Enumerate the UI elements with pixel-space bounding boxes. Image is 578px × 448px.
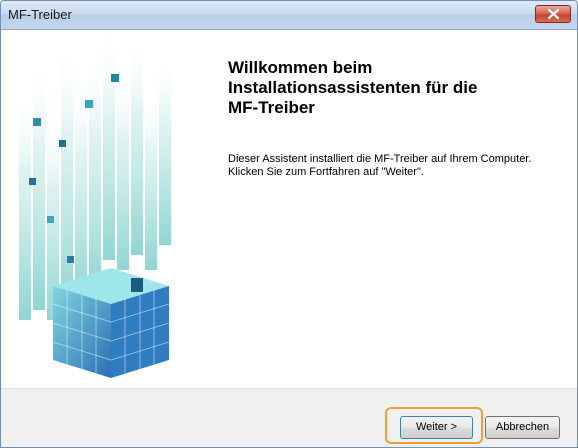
cancel-button[interactable]: Abbrechen bbox=[485, 416, 560, 439]
wizard-content: Willkommen beim Installationsassistenten… bbox=[1, 30, 577, 388]
close-icon bbox=[548, 9, 559, 19]
wizard-heading: Willkommen beim Installationsassistenten… bbox=[228, 58, 478, 117]
side-banner bbox=[1, 30, 197, 388]
cube-graphic bbox=[19, 30, 171, 378]
next-button[interactable]: Weiter > bbox=[400, 416, 473, 439]
button-bar: Weiter > Abbrechen bbox=[1, 388, 577, 447]
close-button[interactable] bbox=[535, 5, 571, 23]
window-title: MF-Treiber bbox=[8, 7, 72, 22]
installer-window: MF-Treiber Willkommen beim Installations… bbox=[0, 0, 578, 448]
wizard-description: Dieser Assistent installiert die MF-Trei… bbox=[228, 153, 532, 178]
title-bar[interactable]: MF-Treiber bbox=[1, 1, 577, 30]
